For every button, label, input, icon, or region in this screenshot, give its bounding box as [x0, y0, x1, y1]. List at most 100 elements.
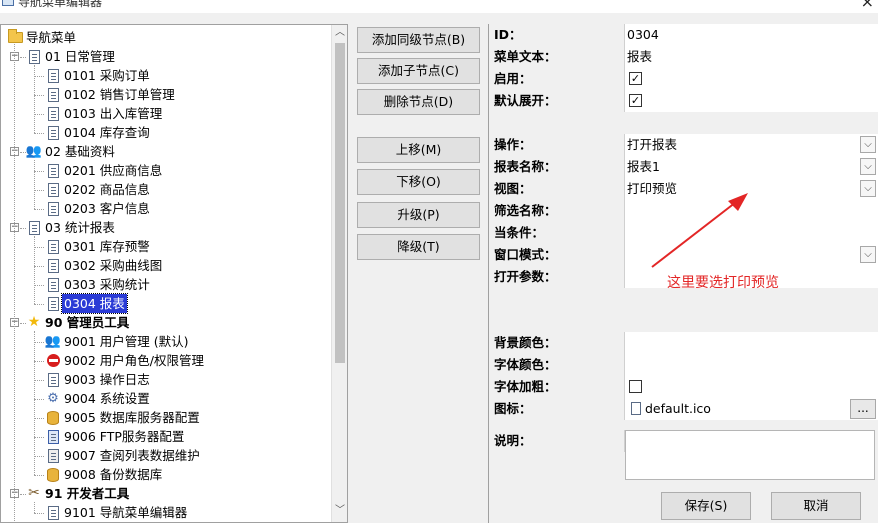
gear-icon: ⚙	[47, 391, 59, 406]
prop-condition-label: 当条件：	[489, 222, 625, 244]
scroll-up-icon[interactable]: ︿	[332, 25, 347, 41]
prop-bg-color-label: 背景颜色：	[489, 332, 625, 354]
chevron-down-icon[interactable]: ⌵	[860, 158, 876, 175]
tree-group-node[interactable]: 03 统计报表	[26, 218, 117, 237]
add-child-node-button[interactable]: 添加子节点(C)	[357, 58, 480, 84]
prop-default-expand-row: 默认展开： ✓	[489, 90, 878, 112]
tree-leaf-node[interactable]: 9008 备份数据库	[45, 465, 164, 484]
file-icon	[631, 402, 641, 415]
tree-connector	[34, 76, 44, 77]
tree-leaf-node[interactable]: 9003 操作日志	[45, 370, 152, 389]
prop-open-params-label: 打开参数：	[489, 266, 625, 288]
tree-leaf-node[interactable]: 0202 商品信息	[45, 180, 152, 199]
prop-icon-label: 图标：	[489, 398, 625, 420]
tree-connector	[34, 95, 44, 96]
save-button[interactable]: 保存(S)	[661, 492, 751, 520]
tree-leaf-node[interactable]: 👥 9001 用户管理 (默认)	[45, 332, 191, 351]
document-icon	[45, 372, 61, 388]
tree-leaf-node[interactable]: 9007 查阅列表数据维护	[45, 446, 202, 465]
tree-group-node[interactable]: 01 日常管理	[26, 47, 117, 66]
tree-leaf-node[interactable]: 0303 采购统计	[45, 275, 152, 294]
tree-leaf-node[interactable]: 0101 采购订单	[45, 66, 152, 85]
prop-operation-value: 打开报表	[627, 137, 678, 152]
prop-filter-name-label: 筛选名称：	[489, 200, 625, 222]
tree-connector	[34, 114, 44, 115]
annotation-arrow	[651, 193, 748, 268]
tree-leaf-node[interactable]: 0201 供应商信息	[45, 161, 164, 180]
tree-group-node[interactable]: 👥 02 基础资料	[26, 142, 117, 161]
tree-leaf-node[interactable]: ⚙ 9004 系统设置	[45, 389, 152, 408]
tree-leaf-node[interactable]: 9101 导航菜单编辑器	[45, 503, 189, 522]
tree-connector	[34, 456, 44, 457]
window-title: 导航菜单编辑器	[18, 0, 103, 9]
tree-root[interactable]: 导航菜单	[7, 28, 78, 47]
prop-report-name-select[interactable]: 报表1 ⌵	[625, 156, 878, 178]
chevron-down-icon[interactable]: ⌵	[860, 246, 876, 263]
tree-leaf-node[interactable]: 0301 库存预警	[45, 237, 152, 256]
tree-leaf-node[interactable]: 0203 客户信息	[45, 199, 152, 218]
tree-leaf-node[interactable]: 0103 出入库管理	[45, 104, 164, 123]
description-textarea[interactable]	[625, 430, 875, 480]
tree-leaf-node[interactable]: 0304 报表	[45, 293, 128, 314]
open-folder-icon	[7, 29, 23, 46]
prop-menu-text-input[interactable]: 报表	[625, 46, 878, 68]
default-expand-checkbox[interactable]: ✓	[629, 94, 642, 107]
tree-leaf-node[interactable]: 0104 库存查询	[45, 123, 152, 142]
prop-enabled-row: 启用： ✓	[489, 68, 878, 90]
list-icon	[45, 448, 61, 464]
tree-leaf-node[interactable]: 9002 用户角色/权限管理	[45, 351, 206, 370]
tree-node-label: 0102 销售订单管理	[64, 87, 175, 102]
tree-guide-line	[34, 236, 35, 304]
prop-bg-color-input[interactable]	[625, 332, 878, 354]
prop-default-expand-label: 默认展开：	[489, 90, 625, 112]
prop-font-bold-label: 字体加粗：	[489, 376, 625, 398]
enabled-checkbox[interactable]: ✓	[629, 72, 642, 85]
document-icon	[45, 68, 61, 84]
move-down-button[interactable]: 下移(O)	[357, 169, 480, 195]
tree-scrollbar[interactable]: ︿ ﹀	[331, 25, 347, 522]
tree-guide-line	[34, 65, 35, 133]
prop-description-row: 说明：	[489, 430, 878, 486]
tree-leaf-node[interactable]: 0102 销售订单管理	[45, 85, 177, 104]
tree-group-node[interactable]: ✂ 91 开发者工具	[26, 484, 131, 503]
tree-leaf-node[interactable]: 9005 数据库服务器配置	[45, 408, 202, 427]
prop-icon-input[interactable]: default.ico ...	[625, 398, 878, 420]
tree-connector	[34, 133, 44, 134]
prop-menu-text-label: 菜单文本：	[489, 46, 625, 68]
add-sibling-node-button[interactable]: 添加同级节点(B)	[357, 27, 480, 53]
navigation-tree[interactable]: − − − − − 导航菜单 01 日常管理 0101 采购订单 0102 销售订单管理 01…	[0, 24, 348, 523]
prop-id-value[interactable]: 0304	[625, 24, 878, 46]
prop-operation-select[interactable]: 打开报表 ⌵	[625, 134, 878, 156]
chevron-down-icon[interactable]: ⌵	[860, 180, 876, 197]
demote-button[interactable]: 降级(T)	[357, 234, 480, 260]
prop-enabled-cell: ✓	[625, 68, 878, 90]
promote-button[interactable]: 升级(P)	[357, 202, 480, 228]
prop-icon-row: 图标： default.ico ...	[489, 398, 878, 420]
tree-connector	[34, 209, 44, 210]
close-icon[interactable]: ×	[861, 0, 874, 11]
database-icon	[45, 467, 61, 483]
chevron-down-icon[interactable]: ⌵	[860, 136, 876, 153]
tree-leaf-node[interactable]: 9006 FTP服务器配置	[45, 427, 186, 446]
delete-node-button[interactable]: 删除节点(D)	[357, 89, 480, 115]
document-icon	[45, 163, 61, 179]
scroll-down-icon[interactable]: ﹀	[332, 503, 347, 519]
tree-node-label: 0201 供应商信息	[64, 163, 163, 178]
prop-font-color-input[interactable]	[625, 354, 878, 376]
tree-node-label: 91 开发者工具	[45, 486, 130, 501]
browse-icon-button[interactable]: ...	[850, 399, 876, 419]
document-icon	[45, 125, 61, 141]
prop-operation-row: 操作： 打开报表 ⌵	[489, 134, 878, 156]
tree-node-label: 9003 操作日志	[64, 372, 150, 387]
prop-font-color-row: 字体颜色：	[489, 354, 878, 376]
tree-group-node[interactable]: ★ 90 管理员工具	[26, 313, 131, 332]
tree-node-label: 02 基础资料	[45, 144, 115, 159]
tools-icon: ✂	[28, 485, 40, 501]
tree-leaf-node[interactable]: 0302 采购曲线图	[45, 256, 164, 275]
database-icon	[45, 410, 61, 426]
cancel-button[interactable]: 取消	[771, 492, 861, 520]
scroll-thumb[interactable]	[335, 43, 345, 363]
tree-node-label: 9101 导航菜单编辑器	[64, 505, 188, 520]
font-bold-checkbox[interactable]	[629, 380, 642, 393]
move-up-button[interactable]: 上移(M)	[357, 137, 480, 163]
